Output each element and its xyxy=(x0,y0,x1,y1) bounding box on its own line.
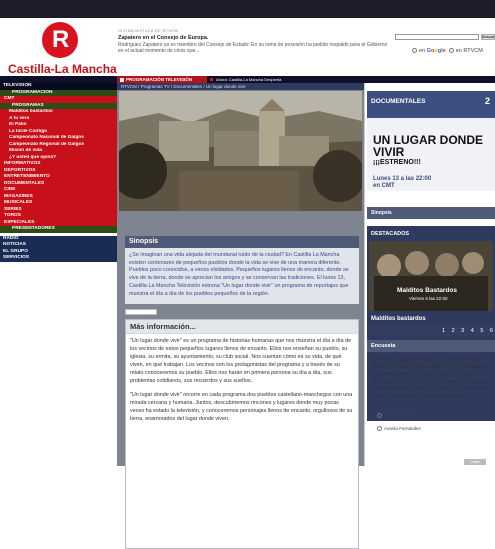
poll-option-2[interactable]: Aurelio Fernández xyxy=(377,426,421,432)
poll-option-2-label: Aurelio Fernández xyxy=(384,426,421,431)
more-info-paragraph-2: "Un lugar donde vivir" recorre en cada p… xyxy=(130,392,353,422)
search-button[interactable]: Buscar xyxy=(481,34,495,40)
highlights-label: DESTACADOS xyxy=(371,231,410,237)
featured-documentary[interactable]: DOCUMENTALES 2 UN LUGAR DONDE VIVIR ¡¡¡E… xyxy=(367,91,495,191)
sidebar-nav: TELEVISIÓN PROGRAMACIÓN CMT PROGRAMAS Maldit… xyxy=(0,83,117,466)
highlight-pagination[interactable]: 1 2 3 4 5 6 xyxy=(369,326,495,336)
doc-counter[interactable]: 2 xyxy=(485,96,490,106)
sinopsis-bar[interactable]: Sinopsis xyxy=(367,207,495,219)
doc-schedule-line-1: Lunes 13 a las 22:00 xyxy=(373,176,432,182)
logo-letter: R xyxy=(52,26,70,53)
vote-button[interactable]: Votar xyxy=(464,459,486,465)
more-info-panel: Más información... "Un lugar donde vivir… xyxy=(125,319,359,549)
highlight-image[interactable]: Malditos Bastardos Viernes 6 las 22:00 xyxy=(369,241,493,311)
doc-schedule: Lunes 13 a las 22:00 en CMT xyxy=(373,176,431,190)
doc-schedule-line-2: en CMT xyxy=(373,183,395,189)
right-column: DOCUMENTALES 2 UN LUGAR DONDE VIVIR ¡¡¡E… xyxy=(364,83,495,466)
sinopsis-text: ¿Se imaginan una vida alejada del mundan… xyxy=(129,252,349,297)
poster-title: Malditos Bastardos xyxy=(397,287,457,294)
poll-option-1-label: Beatriz Llorado xyxy=(384,413,415,418)
doc-subtitle: ¡¡¡ESTRENO!!! xyxy=(373,159,421,166)
program-photo xyxy=(119,91,362,211)
poster-date: Viernes 6 las 22:00 xyxy=(409,296,448,301)
search-options: en Google en RTVCM xyxy=(412,48,495,54)
poll-option-1[interactable]: Beatriz Llorado xyxy=(377,413,415,419)
section-square-icon xyxy=(120,77,124,82)
latest-news: ULTIMA NOTICIA DE RTVCM Zapatero en el C… xyxy=(118,28,393,54)
section-bar: PROGRAMACIÓN TELEVISIÓN Ahora: Castilla-… xyxy=(0,76,495,83)
poll-radio-2[interactable] xyxy=(377,426,382,432)
top-strip xyxy=(0,0,495,18)
logo-text: Castilla-La Mancha xyxy=(8,62,117,76)
separator-box xyxy=(125,309,157,315)
highlight-caption[interactable]: Malditos bastardos xyxy=(371,316,426,322)
site-header: R Castilla-La Mancha ULTIMA NOTICIA DE R… xyxy=(0,18,495,76)
section-tab[interactable]: PROGRAMACIÓN TELEVISIÓN xyxy=(117,76,207,83)
village-photo xyxy=(119,91,362,211)
logo-badge: R xyxy=(42,22,78,58)
doc-title: UN LUGAR DONDE VIVIR xyxy=(373,133,483,159)
more-info-title: Más información... xyxy=(126,320,358,334)
sinopsis-panel: Sinopsis ¿Se imaginan una vida alejada d… xyxy=(125,236,359,304)
radio-rtvcm[interactable] xyxy=(448,48,454,54)
breadcrumb[interactable]: RTVCM / Programas TV / Documentales / Un… xyxy=(117,83,364,90)
now-playing[interactable]: Ahora: Castilla-La Mancha Despierta xyxy=(210,76,281,83)
poll-question: "A tu vera" está que arde, el jurado tie… xyxy=(373,357,493,400)
section-label: PROGRAMACIÓN TELEVISIÓN xyxy=(126,77,193,82)
search-option-rtvcm: en RTVCM xyxy=(455,48,483,54)
news-body: Rodríguez Zapatero ya es miembro del Con… xyxy=(118,42,388,54)
sidebar-item[interactable]: SERVICIOS xyxy=(0,255,117,262)
site-logo[interactable]: R Castilla-La Mancha xyxy=(8,22,118,76)
poll-radio-1[interactable] xyxy=(377,413,382,419)
news-kicker: ULTIMA NOTICIA DE RTVCM xyxy=(118,28,179,33)
doc-label: DOCUMENTALES xyxy=(371,98,426,105)
live-dot-icon xyxy=(210,78,213,82)
now-playing-label: Ahora: Castilla-La Mancha Despierta xyxy=(216,77,282,82)
google-logo: Google xyxy=(426,48,446,54)
radio-google[interactable] xyxy=(412,48,417,54)
main-content: RTVCM / Programas TV / Documentales / Un… xyxy=(117,83,364,549)
search-option-google-prefix: en xyxy=(419,48,426,54)
search-input[interactable] xyxy=(395,34,479,40)
more-info-paragraph-1: "Un lugar donde vivir" es un programa de… xyxy=(130,338,352,384)
poll-bar: Encuesta xyxy=(367,340,495,352)
news-title[interactable]: Zapatero en el Consejo de Europa. xyxy=(118,35,393,41)
sinopsis-title: Sinopsis xyxy=(125,236,359,248)
